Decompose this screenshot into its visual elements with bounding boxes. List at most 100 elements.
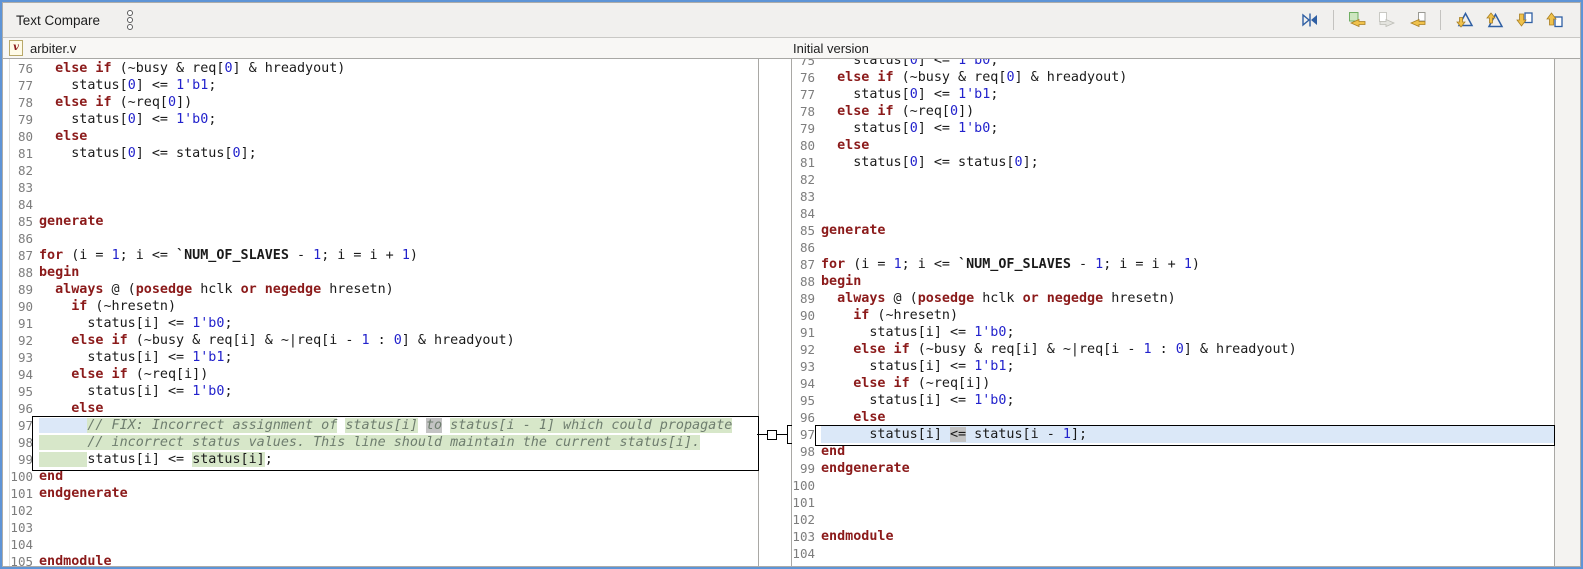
code-text[interactable]: status[i] <= 1'b1; — [39, 349, 758, 366]
code-text[interactable] — [821, 494, 1555, 511]
code-line[interactable]: 100 — [792, 477, 1555, 494]
code-text[interactable]: status[0] <= 1'b0; — [821, 120, 1555, 137]
code-text[interactable]: else if (~busy & req[0] & hreadyout) — [39, 60, 758, 77]
code-text[interactable]: else if (~req[i]) — [39, 366, 758, 383]
code-line[interactable]: 87 for (i = 1; i <= `NUM_OF_SLAVES - 1; i… — [792, 256, 1555, 273]
code-text[interactable]: status[i] <= status[i]; — [39, 451, 758, 468]
code-line[interactable]: 100 end — [3, 468, 758, 485]
code-text[interactable]: for (i = 1; i <= `NUM_OF_SLAVES - 1; i =… — [821, 256, 1555, 273]
next-difference-icon[interactable] — [1452, 8, 1476, 32]
code-text[interactable]: status[0] <= status[0]; — [39, 145, 758, 162]
code-line[interactable]: 101 endgenerate — [3, 485, 758, 502]
code-text[interactable]: for (i = 1; i <= `NUM_OF_SLAVES - 1; i =… — [39, 247, 758, 264]
code-line[interactable]: 87 for (i = 1; i <= `NUM_OF_SLAVES - 1; i… — [3, 247, 758, 264]
code-text[interactable]: else — [39, 128, 758, 145]
code-line[interactable]: 104 — [792, 545, 1555, 562]
code-line[interactable]: 76 else if (~busy & req[0] & hreadyout) — [792, 69, 1555, 86]
code-text[interactable]: else — [821, 409, 1555, 426]
code-line[interactable]: 83 — [3, 179, 758, 196]
previous-change-icon[interactable] — [1542, 8, 1566, 32]
code-line[interactable]: 78 else if (~req[0]) — [3, 94, 758, 111]
code-line[interactable]: 92 else if (~busy & req[i] & ~|req[i - 1… — [792, 341, 1555, 358]
code-text[interactable] — [39, 536, 758, 553]
code-text[interactable]: else if (~busy & req[i] & ~|req[i - 1 : … — [821, 341, 1555, 358]
code-line[interactable]: 94 else if (~req[i]) — [3, 366, 758, 383]
code-text[interactable] — [39, 162, 758, 179]
code-line[interactable]: 99 status[i] <= status[i]; — [3, 451, 758, 468]
code-line[interactable]: 85 generate — [3, 213, 758, 230]
code-text[interactable] — [821, 239, 1555, 256]
code-text[interactable]: else if (~req[0]) — [821, 103, 1555, 120]
code-text[interactable] — [821, 477, 1555, 494]
code-line[interactable]: 79 status[0] <= 1'b0; — [792, 120, 1555, 137]
code-line[interactable]: 102 — [792, 511, 1555, 528]
code-line[interactable]: 77 status[0] <= 1'b1; — [3, 77, 758, 94]
code-text[interactable]: // FIX: Incorrect assignment of status[i… — [39, 417, 758, 434]
code-text[interactable]: endgenerate — [821, 460, 1555, 477]
code-text[interactable]: begin — [39, 264, 758, 281]
code-line[interactable]: 84 — [3, 196, 758, 213]
code-text[interactable]: status[0] <= 1'b1; — [39, 77, 758, 94]
code-line[interactable]: 91 status[i] <= 1'b0; — [3, 315, 758, 332]
code-line[interactable]: 94 else if (~req[i]) — [792, 375, 1555, 392]
code-line[interactable]: 95 status[i] <= 1'b0; — [3, 383, 758, 400]
code-line[interactable]: 95 status[i] <= 1'b0; — [792, 392, 1555, 409]
code-text[interactable]: generate — [821, 222, 1555, 239]
code-text[interactable]: status[i] <= 1'b1; — [821, 358, 1555, 375]
view-menu-icon[interactable] — [124, 7, 136, 33]
code-text[interactable] — [39, 502, 758, 519]
code-line[interactable]: 98 end — [792, 443, 1555, 460]
copy-all-from-right-to-left-icon[interactable] — [1345, 8, 1369, 32]
code-text[interactable] — [39, 179, 758, 196]
code-line[interactable]: 90 if (~hresetn) — [3, 298, 758, 315]
code-line[interactable]: 91 status[i] <= 1'b0; — [792, 324, 1555, 341]
right-code-pane[interactable]: 75 status[0] <= 1'b0; 76 else if (~busy &… — [791, 59, 1555, 566]
code-line[interactable]: 97 status[i] <= status[i - 1]; — [792, 426, 1555, 443]
code-text[interactable]: status[i] <= 1'b0; — [821, 392, 1555, 409]
code-text[interactable]: end — [39, 468, 758, 485]
code-text[interactable] — [39, 230, 758, 247]
code-line[interactable]: 83 — [792, 188, 1555, 205]
left-code-pane[interactable]: 76 else if (~busy & req[0] & hreadyout) 7… — [3, 59, 759, 566]
code-line[interactable]: 77 status[0] <= 1'b1; — [792, 86, 1555, 103]
code-line[interactable]: 82 — [792, 171, 1555, 188]
code-text[interactable]: // incorrect status values. This line sh… — [39, 434, 758, 451]
code-text[interactable]: else if (~busy & req[0] & hreadyout) — [821, 69, 1555, 86]
code-line[interactable]: 88 begin — [792, 273, 1555, 290]
code-line[interactable]: 89 always @ (posedge hclk or negedge hre… — [3, 281, 758, 298]
code-text[interactable] — [821, 171, 1555, 188]
swap-left-right-icon[interactable] — [1298, 8, 1322, 32]
code-text[interactable]: if (~hresetn) — [39, 298, 758, 315]
code-line[interactable]: 93 status[i] <= 1'b1; — [3, 349, 758, 366]
code-text[interactable]: generate — [39, 213, 758, 230]
code-line[interactable]: 85 generate — [792, 222, 1555, 239]
code-line[interactable]: 96 else — [3, 400, 758, 417]
code-line[interactable]: 92 else if (~busy & req[i] & ~|req[i - 1… — [3, 332, 758, 349]
next-change-icon[interactable] — [1512, 8, 1536, 32]
diff-connector-handle[interactable] — [767, 430, 777, 440]
code-line[interactable]: 99 endgenerate — [792, 460, 1555, 477]
code-line[interactable]: 80 else — [3, 128, 758, 145]
code-line[interactable]: 78 else if (~req[0]) — [792, 103, 1555, 120]
code-text[interactable]: begin — [821, 273, 1555, 290]
overview-ruler[interactable] — [1554, 59, 1580, 566]
code-text[interactable]: endgenerate — [39, 485, 758, 502]
code-text[interactable]: status[i] <= status[i - 1]; — [821, 426, 1555, 443]
code-line[interactable]: 90 if (~hresetn) — [792, 307, 1555, 324]
code-text[interactable]: status[0] <= 1'b0; — [39, 111, 758, 128]
code-line[interactable]: 97 // FIX: Incorrect assignment of statu… — [3, 417, 758, 434]
code-line[interactable]: 103 endmodule — [792, 528, 1555, 545]
code-text[interactable]: always @ (posedge hclk or negedge hreset… — [39, 281, 758, 298]
code-line[interactable]: 82 — [3, 162, 758, 179]
code-line[interactable]: 101 — [792, 494, 1555, 511]
code-text[interactable]: status[0] <= 1'b1; — [821, 86, 1555, 103]
code-text[interactable]: else — [821, 137, 1555, 154]
code-text[interactable]: else — [39, 400, 758, 417]
code-line[interactable]: 102 — [3, 502, 758, 519]
code-line[interactable]: 93 status[i] <= 1'b1; — [792, 358, 1555, 375]
code-line[interactable]: 105 endmodule — [3, 553, 758, 566]
code-line[interactable]: 98 // incorrect status values. This line… — [3, 434, 758, 451]
code-text[interactable]: status[0] <= status[0]; — [821, 154, 1555, 171]
copy-all-from-left-to-right-icon[interactable] — [1375, 8, 1399, 32]
code-text[interactable]: if (~hresetn) — [821, 307, 1555, 324]
